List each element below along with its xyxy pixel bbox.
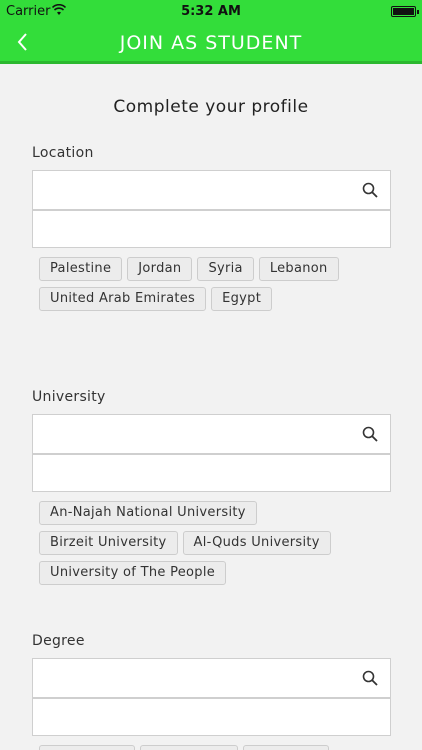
location-chip[interactable]: Egypt xyxy=(211,287,273,311)
location-chip[interactable]: Palestine xyxy=(39,257,123,281)
clock: 5:32 AM xyxy=(181,4,241,19)
university-chip[interactable]: University of The People xyxy=(39,561,227,585)
location-chips: Palestine Jordan Syria Lebanon United Ar… xyxy=(39,257,399,311)
battery-icon xyxy=(391,6,419,17)
location-chip[interactable]: United Arab Emirates xyxy=(39,287,207,311)
location-chip[interactable]: Syria xyxy=(197,257,254,281)
location-chip[interactable]: Lebanon xyxy=(258,257,339,281)
university-selected-field[interactable] xyxy=(32,454,391,492)
location-search-input[interactable] xyxy=(32,170,391,210)
university-chip[interactable]: Birzeit University xyxy=(39,531,178,555)
search-icon[interactable] xyxy=(362,670,378,686)
university-chips: An-Najah National University Birzeit Uni… xyxy=(39,501,399,585)
degree-chip[interactable] xyxy=(140,745,238,750)
search-icon[interactable] xyxy=(362,182,378,198)
university-search-input[interactable] xyxy=(32,414,391,454)
university-chip[interactable]: An-Najah National University xyxy=(39,501,257,525)
nav-title: JOIN AS STUDENT xyxy=(119,32,303,54)
location-label: Location xyxy=(32,145,94,161)
status-bar: Carrier 5:32 AM xyxy=(0,0,422,22)
degree-label: Degree xyxy=(32,633,85,649)
degree-chip[interactable] xyxy=(39,745,135,750)
location-selected-field[interactable] xyxy=(32,210,391,248)
search-icon[interactable] xyxy=(362,426,378,442)
degree-chip[interactable] xyxy=(243,745,329,750)
nav-bar: JOIN AS STUDENT xyxy=(0,22,422,64)
university-label: University xyxy=(32,389,106,405)
university-chip[interactable]: Al-Quds University xyxy=(182,531,331,555)
location-chip[interactable]: Jordan xyxy=(127,257,193,281)
degree-search-input[interactable] xyxy=(32,658,391,698)
page-title: Complete your profile xyxy=(113,97,309,117)
degree-selected-field[interactable] xyxy=(32,698,391,736)
degree-chips xyxy=(39,745,399,750)
